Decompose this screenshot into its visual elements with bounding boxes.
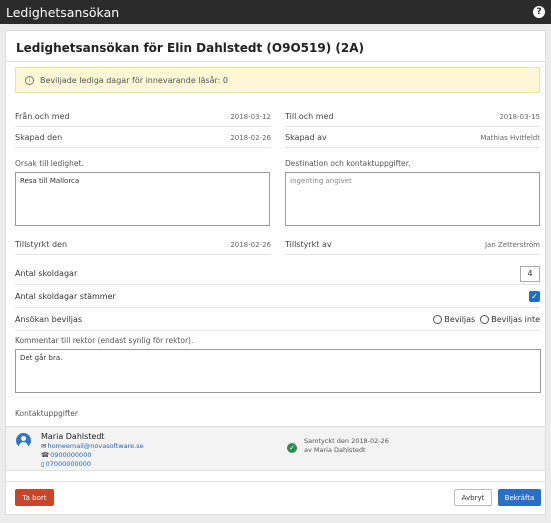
- approval-row: Ansökan beviljas Beviljas Beviljas inte: [15, 309, 540, 331]
- days-match-checkbox[interactable]: ✓: [529, 291, 540, 302]
- window-title: Ledighetsansökan: [6, 4, 120, 20]
- created-by-row: Skapad av Mathias Hvitfeldt: [285, 128, 540, 148]
- reason-label: Orsak till ledighet.: [15, 159, 84, 168]
- contact-email[interactable]: homeemail@novasoftware.se: [47, 442, 143, 450]
- created-value: 2018-02-26: [230, 133, 271, 142]
- cancel-button[interactable]: Avbryt: [454, 489, 492, 506]
- endorsed-row: Tillstyrkt den 2018-02-26: [15, 235, 271, 255]
- radio-deny-label: Beviljas inte: [491, 315, 540, 324]
- consent-line-1: Samtyckt den 2018-02-26: [304, 437, 389, 445]
- alert-count: 0: [222, 75, 228, 85]
- delete-button[interactable]: Ta bort: [15, 489, 54, 506]
- comment-textarea[interactable]: Det går bra.: [15, 349, 541, 393]
- mobile-icon: ▯: [41, 460, 45, 468]
- to-label: Till och med: [285, 112, 334, 121]
- from-value: 2018-03-12: [230, 112, 271, 121]
- contact-phone[interactable]: 0900000000: [50, 451, 91, 459]
- contact-email-line: ✉homeemail@novasoftware.se: [41, 442, 144, 450]
- check-circle-icon: ✓: [287, 443, 297, 453]
- created-by-value: Mathias Hvitfeldt: [480, 133, 540, 142]
- alert-text: Beviljade lediga dagar för innevarande l…: [40, 75, 221, 85]
- from-label: Från och med: [15, 112, 70, 121]
- destination-textarea[interactable]: Ingenting angivet: [285, 172, 540, 226]
- radio-circle-icon: [480, 315, 490, 324]
- to-row: Till och med 2018-03-15: [285, 107, 540, 127]
- radio-approve[interactable]: Beviljas: [433, 315, 475, 324]
- created-row: Skapad den 2018-02-26: [15, 128, 271, 148]
- phone-icon: ☎: [41, 451, 50, 459]
- divider: [6, 481, 545, 482]
- user-avatar-icon: [16, 433, 31, 448]
- email-icon: ✉: [41, 442, 47, 450]
- reason-textarea[interactable]: Resa till Mallorca: [15, 172, 270, 226]
- consent-line-2: av Maria Dahlstedt: [304, 446, 366, 454]
- approval-label: Ansökan beviljas: [15, 315, 83, 324]
- radio-deny[interactable]: Beviljas inte: [480, 315, 540, 324]
- school-days-row: Antal skoldagar 4: [15, 263, 540, 285]
- contact-name: Maria Dahlstedt: [41, 432, 105, 441]
- info-alert: i Beviljade lediga dagar för innevarande…: [15, 67, 540, 93]
- days-match-row: Antal skoldagar stämmer ✓: [15, 286, 540, 308]
- endorsed-value: 2018-02-26: [230, 240, 271, 249]
- contacts-label: Kontaktuppgifter: [15, 409, 78, 418]
- contact-mobile[interactable]: 07000000000: [46, 460, 92, 468]
- window-titlebar: Ledighetsansökan ?: [0, 0, 551, 24]
- contact-card: Maria Dahlstedt ✉homeemail@novasoftware.…: [6, 426, 545, 471]
- created-label: Skapad den: [15, 133, 63, 142]
- endorsed-by-label: Tillstyrkt av: [285, 240, 332, 249]
- comment-label: Kommentar till rektor (endast synlig för…: [15, 336, 194, 345]
- consent-text: Samtyckt den 2018-02-26 av Maria Dahlste…: [304, 437, 389, 455]
- destination-label: Destination och kontaktuppgifter.: [285, 159, 411, 168]
- help-icon[interactable]: ?: [533, 6, 545, 18]
- page-title: Ledighetsansökan för Elin Dahlstedt (O9O…: [16, 41, 364, 55]
- days-match-label: Antal skoldagar stämmer: [15, 292, 116, 301]
- approval-radio-group: Beviljas Beviljas inte: [433, 315, 540, 324]
- contact-phone-line: ☎0900000000: [41, 451, 91, 459]
- endorsed-by-row: Tillstyrkt av Jan Zetterström: [285, 235, 540, 255]
- radio-circle-icon: [433, 315, 443, 324]
- divider: [6, 61, 545, 62]
- school-days-label: Antal skoldagar: [15, 269, 78, 278]
- endorsed-label: Tillstyrkt den: [15, 240, 68, 249]
- radio-approve-label: Beviljas: [444, 315, 476, 324]
- created-by-label: Skapad av: [285, 133, 327, 142]
- confirm-button[interactable]: Bekräfta: [498, 489, 541, 506]
- school-days-input[interactable]: 4: [520, 265, 540, 282]
- info-icon: i: [25, 75, 34, 85]
- from-row: Från och med 2018-03-12: [15, 107, 271, 127]
- application-card: Ledighetsansökan för Elin Dahlstedt (O9O…: [5, 30, 546, 515]
- to-value: 2018-03-15: [499, 112, 540, 121]
- endorsed-by-value: Jan Zetterström: [484, 240, 540, 249]
- contact-mobile-line: ▯07000000000: [41, 460, 91, 468]
